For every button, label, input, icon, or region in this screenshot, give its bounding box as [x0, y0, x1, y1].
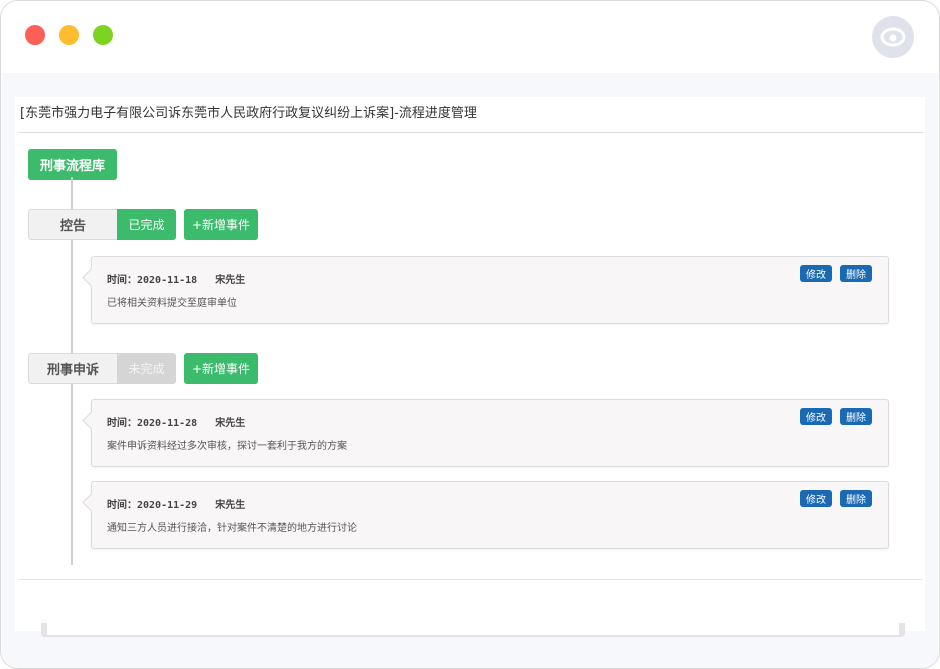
app-window: [东莞市强力电子有限公司诉东莞市人民政府行政复议纠纷上诉案]-流程进度管理 刑事… [0, 0, 940, 669]
delete-event-button[interactable]: 删除 [840, 408, 872, 425]
edit-event-button[interactable]: 修改 [800, 265, 832, 282]
process-library-button[interactable]: 刑事流程库 [28, 149, 117, 180]
event-time: 时间：2020-11-18 [107, 275, 198, 286]
stage-status-badge: 已完成 [117, 209, 176, 240]
event-card: 时间：2020-11-28 宋先生 案件申诉资料经过多次审核，探讨一套利于我方的方… [91, 399, 889, 467]
stage-name: 刑事申诉 [28, 353, 117, 384]
event-description: 已将相关资料提交至庭审单位 [107, 298, 237, 309]
event-meta: 时间：2020-11-28 宋先生 [107, 414, 245, 429]
close-window-button[interactable] [25, 25, 45, 45]
page-title: [东莞市强力电子有限公司诉东莞市人民政府行政复议纠纷上诉案]-流程进度管理 [20, 106, 477, 121]
maximize-window-button[interactable] [93, 25, 113, 45]
device-bottom-bar-inner [47, 623, 899, 635]
event-card: 时间：2020-11-18 宋先生 已将相关资料提交至庭审单位 修改 删除 [91, 256, 889, 324]
process-panel: [东莞市强力电子有限公司诉东莞市人民政府行政复议纠纷上诉案]-流程进度管理 刑事… [15, 97, 925, 631]
event-person: 宋先生 [215, 418, 246, 429]
title-divider [19, 132, 923, 133]
event-meta: 时间：2020-11-18 宋先生 [107, 271, 245, 286]
stage-name: 控告 [28, 209, 117, 240]
event-time: 时间：2020-11-29 [107, 500, 198, 511]
avatar-eye-icon [880, 27, 906, 47]
bottom-divider [19, 579, 923, 580]
event-person: 宋先生 [215, 275, 246, 286]
add-event-button[interactable]: +新增事件 [184, 209, 258, 240]
delete-event-button[interactable]: 删除 [840, 265, 872, 282]
event-description: 通知三方人员进行接洽，针对案件不清楚的地方进行讨论 [107, 523, 357, 534]
event-time: 时间：2020-11-28 [107, 418, 198, 429]
event-meta: 时间：2020-11-29 宋先生 [107, 496, 245, 511]
event-description: 案件申诉资料经过多次审核，探讨一套利于我方的方案 [107, 441, 347, 452]
edit-event-button[interactable]: 修改 [800, 490, 832, 507]
edit-event-button[interactable]: 修改 [800, 408, 832, 425]
user-avatar-icon[interactable] [872, 16, 914, 58]
delete-event-button[interactable]: 删除 [840, 490, 872, 507]
minimize-window-button[interactable] [59, 25, 79, 45]
stage-status-badge: 未完成 [117, 353, 176, 384]
event-card: 时间：2020-11-29 宋先生 通知三方人员进行接洽，针对案件不清楚的地方进行… [91, 481, 889, 549]
event-person: 宋先生 [215, 500, 246, 511]
title-bar [1, 1, 939, 73]
add-event-button[interactable]: +新增事件 [184, 353, 258, 384]
